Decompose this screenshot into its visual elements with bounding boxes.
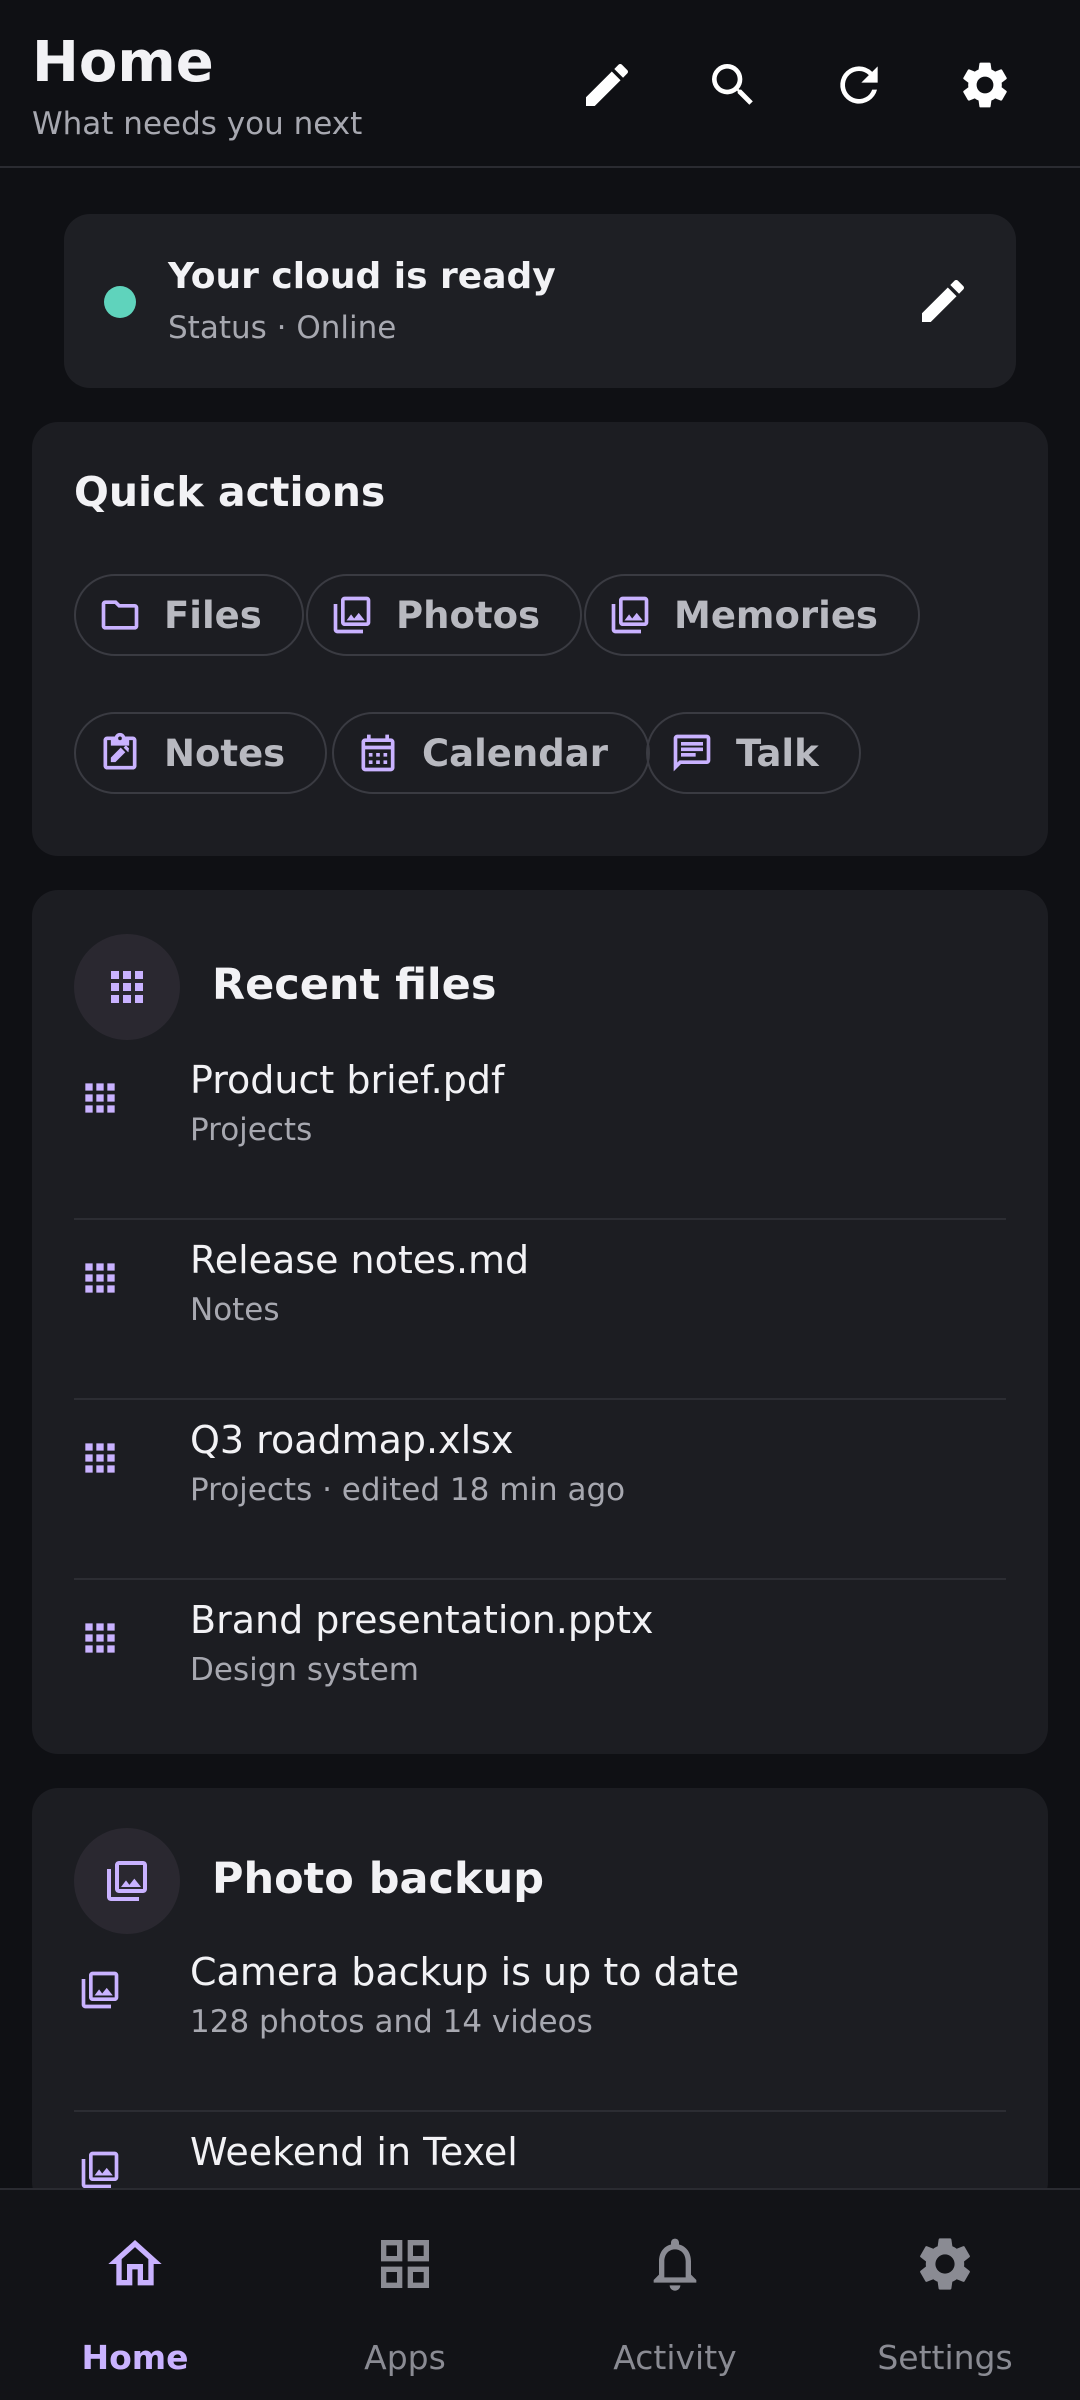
file-meta: Design system: [190, 1652, 419, 1688]
page-title: Home: [32, 30, 214, 95]
photos-icon: [333, 596, 371, 634]
photo-backup-card: Photo backup Camera backup is up to date…: [32, 1788, 1048, 2208]
photos-icon: [78, 2148, 122, 2192]
recent-file-row[interactable]: Q3 roadmap.xlsx Projects · edited 18 min…: [74, 1400, 1006, 1580]
file-meta: Notes: [190, 1292, 280, 1328]
chip-label: Calendar: [422, 731, 608, 775]
backup-title: Camera backup is up to date: [190, 1950, 740, 1994]
status-title: Your cloud is ready: [168, 256, 556, 297]
status-card[interactable]: Your cloud is ready Status · Online: [64, 214, 1016, 388]
recent-files-title: Recent files: [212, 960, 497, 1010]
refresh-icon: [840, 66, 878, 104]
photos-icon: [78, 1968, 122, 2012]
nav-label: Apps: [364, 2338, 446, 2377]
chip-label: Memories: [674, 593, 878, 637]
clipboard-edit-icon: [103, 732, 137, 770]
bottom-navigation: Home Apps Activity Settings: [0, 2188, 1080, 2400]
backup-meta: 128 photos and 14 videos: [190, 2004, 593, 2040]
chip-label: Talk: [736, 731, 819, 775]
pencil-icon: [586, 63, 629, 106]
calendar-icon: [361, 734, 395, 772]
gear-icon: [963, 62, 1007, 108]
photo-backup-title: Photo backup: [212, 1854, 545, 1904]
page-subtitle: What needs you next: [32, 106, 363, 142]
file-name: Product brief.pdf: [190, 1058, 505, 1102]
quick-action-files[interactable]: Files: [74, 574, 304, 656]
backup-row[interactable]: Camera backup is up to date 128 photos a…: [74, 1932, 1006, 2112]
file-icon: [78, 1436, 122, 1480]
chip-label: Photos: [396, 593, 541, 637]
photo-backup-badge: [74, 1828, 180, 1934]
nav-settings[interactable]: Settings: [810, 2190, 1080, 2400]
apps-grid-icon: [381, 2240, 429, 2288]
photos-icon: [611, 596, 649, 634]
quick-action-photos[interactable]: Photos: [306, 574, 583, 656]
status-edit-button[interactable]: [898, 256, 988, 346]
home-icon: [108, 2240, 162, 2286]
file-name: Q3 roadmap.xlsx: [190, 1418, 514, 1462]
online-status-dot: [104, 286, 136, 318]
apps-grid-icon: [111, 971, 143, 1003]
gear-icon: [920, 2238, 970, 2290]
quick-actions-card: Quick actions Files Photos Memories Note…: [32, 422, 1048, 856]
chip-label: Notes: [164, 731, 286, 775]
file-icon: [78, 1616, 122, 1660]
nav-label: Activity: [613, 2338, 737, 2377]
quick-action-notes[interactable]: Notes: [74, 712, 328, 794]
nav-home[interactable]: Home: [0, 2190, 270, 2400]
recent-file-row[interactable]: Product brief.pdf Projects: [74, 1040, 1006, 1220]
settings-button[interactable]: [940, 40, 1030, 130]
quick-actions-title: Quick actions: [74, 468, 386, 516]
backup-title: Weekend in Texel: [190, 2130, 518, 2174]
file-meta: Projects: [190, 1112, 313, 1148]
folder-icon: [101, 600, 139, 630]
nav-label: Settings: [877, 2338, 1013, 2377]
photos-icon: [107, 1861, 147, 1901]
file-icon: [78, 1256, 122, 1300]
chip-label: Files: [164, 593, 262, 637]
recent-files-badge: [74, 934, 180, 1040]
pencil-icon: [922, 279, 965, 322]
recent-files-card: Recent files Product brief.pdf Projects …: [32, 890, 1048, 1754]
app-header: Home What needs you next: [0, 0, 1080, 168]
recent-file-row[interactable]: Brand presentation.pptx Design system: [74, 1580, 1006, 1760]
file-icon: [78, 1076, 122, 1120]
status-subtitle: Status · Online: [168, 310, 397, 346]
quick-action-talk[interactable]: Talk: [646, 712, 861, 794]
chat-icon: [673, 734, 711, 772]
file-name: Brand presentation.pptx: [190, 1598, 654, 1642]
nav-label: Home: [81, 2338, 189, 2377]
quick-action-calendar[interactable]: Calendar: [332, 712, 650, 794]
search-icon: [712, 64, 753, 105]
bell-icon: [653, 2238, 697, 2291]
recent-file-row[interactable]: Release notes.md Notes: [74, 1220, 1006, 1400]
edit-button[interactable]: [562, 40, 652, 130]
nav-apps[interactable]: Apps: [270, 2190, 540, 2400]
file-name: Release notes.md: [190, 1238, 530, 1282]
search-button[interactable]: [688, 40, 778, 130]
refresh-button[interactable]: [814, 40, 904, 130]
quick-action-memories[interactable]: Memories: [584, 574, 920, 656]
file-meta: Projects · edited 18 min ago: [190, 1472, 626, 1508]
nav-activity[interactable]: Activity: [540, 2190, 810, 2400]
